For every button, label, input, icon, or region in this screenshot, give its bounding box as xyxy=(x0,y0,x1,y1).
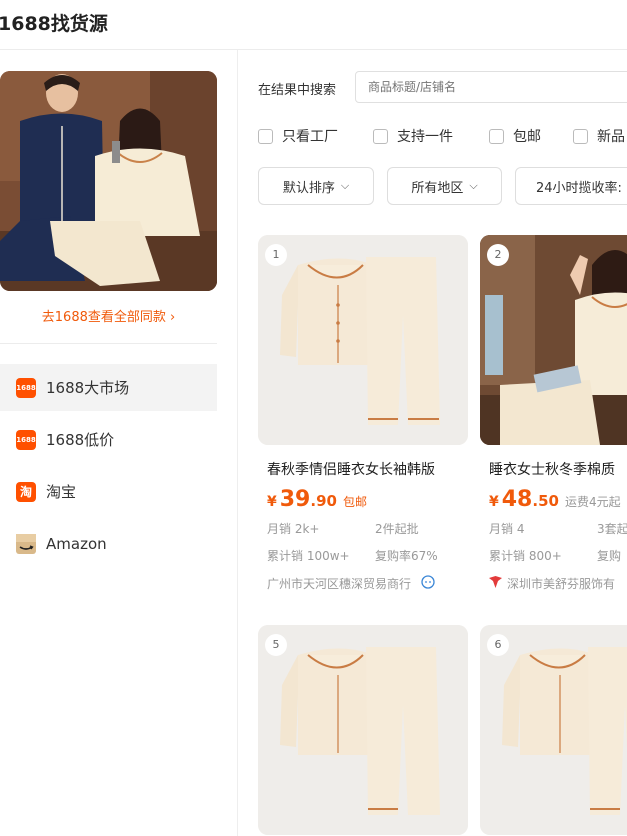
min-order: 3套起 xyxy=(597,522,627,536)
price-symbol: ¥ xyxy=(267,494,277,510)
filter-label: 支持一件 xyxy=(397,129,453,145)
see-all-link[interactable]: 去1688查看全部同款 › xyxy=(0,306,217,325)
results-panel: 在结果中搜索 只看工厂 支持一件 包邮 新品 默认排序 ⌵ 所有地区 ⌵ 24小时揽… xyxy=(239,50,627,836)
repurchase-rate: 复购率67% xyxy=(375,549,438,563)
product-title[interactable]: 春秋季情侣睡衣女长袖韩版 xyxy=(267,459,467,479)
filter-checkbox[interactable] xyxy=(258,128,273,144)
sort-default-dropdown[interactable]: 默认排序 ⌵ xyxy=(258,167,374,205)
sidebar-item-1688-market[interactable]: 1688 1688大市场 xyxy=(0,364,217,411)
price-decimal: .90 xyxy=(310,492,337,510)
shop-name[interactable]: 深圳市美舒芬服饰有 xyxy=(507,575,615,592)
shipping-fee: 运费4元起 xyxy=(564,495,621,509)
shipping-badge: 包邮 xyxy=(342,495,367,509)
filter-checkbox[interactable] xyxy=(489,128,504,144)
product-image[interactable]: 1 xyxy=(258,235,468,445)
repurchase-rate: 复购 xyxy=(597,549,622,563)
filter-single-piece[interactable]: 支持一件 xyxy=(373,126,453,146)
total-sales: 累计销 800+ xyxy=(489,549,562,563)
sidebar-divider xyxy=(0,343,217,344)
product-title[interactable]: 睡衣女士秋冬季棉质 xyxy=(489,459,627,479)
product-card[interactable]: 5 xyxy=(258,625,468,836)
rank-badge: 5 xyxy=(265,634,287,656)
monthly-sales: 月销 4 xyxy=(489,522,525,536)
factory-icon xyxy=(489,576,502,591)
product-image[interactable]: 6 xyxy=(480,625,627,835)
filter-checkbox[interactable] xyxy=(373,128,388,144)
sidebar-item-taobao[interactable]: 淘 淘宝 xyxy=(0,468,217,515)
filter-new-products[interactable]: 新品 xyxy=(573,126,625,146)
sidebar-item-label: 1688低价 xyxy=(46,431,115,449)
pickup-rate-dropdown[interactable]: 24小时揽收率: xyxy=(515,167,627,205)
total-sales: 累计销 100w+ xyxy=(267,549,350,563)
search-label: 在结果中搜索 xyxy=(258,83,337,98)
chevron-down-icon: ⌵ xyxy=(469,179,478,192)
sidebar-item-label: 1688大市场 xyxy=(46,379,130,397)
filter-label: 只看工厂 xyxy=(282,129,338,145)
rank-badge: 1 xyxy=(265,244,287,266)
price-integer: 39 xyxy=(279,487,311,512)
sidebar-item-label: 淘宝 xyxy=(46,483,77,501)
sort-label: 默认排序 xyxy=(282,180,335,196)
filter-checkbox[interactable] xyxy=(573,128,588,144)
product-card[interactable]: 2 睡衣女士秋冬季棉质 ¥ 48 .50 运费4元起 月销 4 3套起 累计销 … xyxy=(480,235,627,605)
chevron-down-icon: ⌵ xyxy=(340,179,350,192)
hero-product-image[interactable] xyxy=(0,71,217,291)
taobao-icon: 淘 xyxy=(16,481,36,502)
sidebar-item-1688-lowprice[interactable]: 1688 1688低价 xyxy=(0,416,217,463)
page-title: 1688找货源 xyxy=(0,13,108,35)
filter-free-shipping[interactable]: 包邮 xyxy=(489,126,541,146)
price-integer: 48 xyxy=(501,487,533,512)
rank-badge: 6 xyxy=(487,634,509,656)
product-price: ¥ 48 .50 运费4元起 xyxy=(489,487,621,512)
price-decimal: .50 xyxy=(532,492,559,510)
product-price: ¥ 39 .90 包邮 xyxy=(267,487,367,512)
product-image[interactable]: 5 xyxy=(258,625,468,835)
sidebar: 去1688查看全部同款 › 1688 1688大市场 1688 1688低价 淘… xyxy=(0,50,238,836)
product-card[interactable]: 1 春秋季情侣睡衣女长袖韩版 ¥ 39 .90 包邮 月销 2k+ 2件起批 累… xyxy=(258,235,468,605)
sidebar-item-label: Amazon xyxy=(46,534,107,553)
price-symbol: ¥ xyxy=(489,494,499,510)
filter-factory-only[interactable]: 只看工厂 xyxy=(258,126,338,146)
shop-name[interactable]: 广州市天河区穗深贸易商行 xyxy=(267,575,411,592)
sort-label: 所有地区 xyxy=(411,180,464,196)
region-dropdown[interactable]: 所有地区 ⌵ xyxy=(387,167,502,205)
shop-info[interactable]: 深圳市美舒芬服饰有 xyxy=(489,575,627,592)
1688-lowprice-icon: 1688 xyxy=(16,429,36,450)
page-header: 1688找货源 xyxy=(0,0,627,50)
amazon-icon xyxy=(16,533,36,554)
rank-badge: 2 xyxy=(487,244,509,266)
filter-label: 新品 xyxy=(597,129,625,145)
shop-info[interactable]: 广州市天河区穗深贸易商行 xyxy=(267,575,467,592)
product-image[interactable]: 2 xyxy=(480,235,627,445)
filter-label: 包邮 xyxy=(513,129,541,145)
search-input[interactable] xyxy=(355,71,627,103)
product-card[interactable]: 6 xyxy=(480,625,627,836)
monthly-sales: 月销 2k+ xyxy=(267,522,320,536)
verified-shop-icon[interactable] xyxy=(421,575,435,592)
min-order: 2件起批 xyxy=(375,522,419,536)
sidebar-item-amazon[interactable]: Amazon xyxy=(0,520,217,567)
1688-market-icon: 1688 xyxy=(16,377,36,398)
sort-label: 24小时揽收率: xyxy=(536,180,622,196)
